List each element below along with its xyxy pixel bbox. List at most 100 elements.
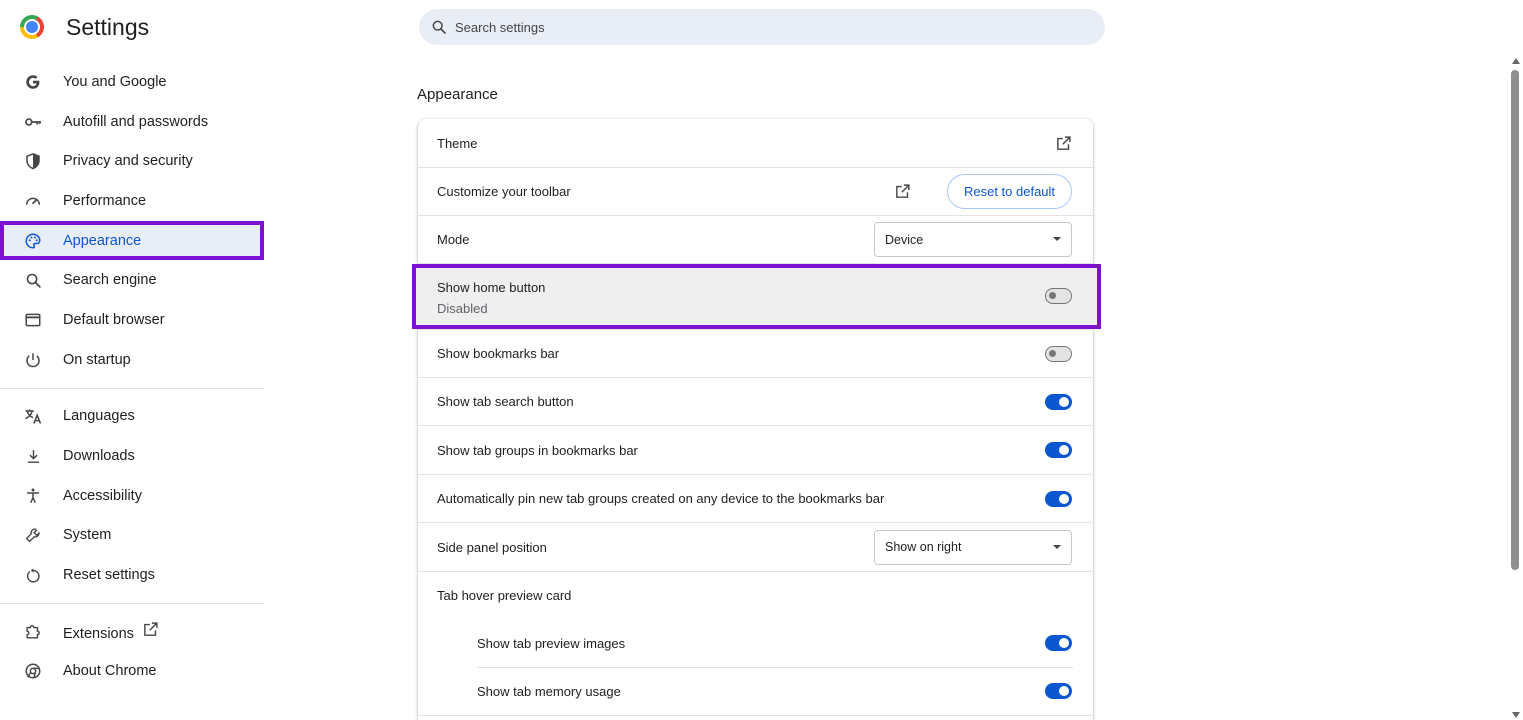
sidebar-item-label: Accessibility bbox=[63, 487, 142, 504]
customize-toolbar-row: Customize your toolbar Reset to default bbox=[418, 167, 1093, 215]
sidebar-item-label: Privacy and security bbox=[63, 153, 193, 170]
sidebar-item-label: On startup bbox=[63, 351, 131, 368]
auto-pin-label: Automatically pin new tab groups created… bbox=[437, 491, 885, 506]
external-link-icon bbox=[142, 621, 159, 638]
scrollbar[interactable] bbox=[1509, 56, 1523, 720]
theme-label: Theme bbox=[437, 135, 478, 151]
chrome-logo-icon bbox=[20, 15, 44, 39]
scrollbar-thumb[interactable] bbox=[1511, 70, 1519, 570]
auto-pin-row: Automatically pin new tab groups created… bbox=[418, 474, 1093, 522]
chrome-icon bbox=[23, 661, 43, 681]
tab-groups-label: Show tab groups in bookmarks bar bbox=[437, 442, 638, 458]
sidebar-item-about-chrome[interactable]: About Chrome bbox=[0, 652, 264, 692]
sidebar-item-label: You and Google bbox=[63, 73, 167, 90]
sidebar-divider bbox=[0, 602, 264, 604]
google-g-icon bbox=[23, 72, 43, 92]
sidebar-item-label: Extensions bbox=[63, 621, 159, 642]
sidebar-item-label: Downloads bbox=[63, 448, 135, 465]
side-panel-row: Side panel position Show on right bbox=[418, 522, 1093, 571]
sidebar-item-label: Search engine bbox=[63, 272, 157, 289]
bookmarks-bar-row: Show bookmarks bar bbox=[418, 329, 1093, 377]
shield-icon bbox=[23, 151, 43, 171]
power-icon bbox=[23, 350, 43, 370]
row-divider bbox=[477, 667, 1073, 668]
home-button-sublabel: Disabled bbox=[437, 301, 488, 316]
scroll-up-arrow-icon[interactable] bbox=[1512, 58, 1520, 64]
side-panel-label: Side panel position bbox=[437, 539, 547, 555]
sidebar-item-you-and-google[interactable]: You and Google bbox=[0, 62, 264, 102]
sidebar-item-downloads[interactable]: Downloads bbox=[0, 436, 264, 476]
memory-usage-label: Show tab memory usage bbox=[477, 683, 621, 699]
section-title: Appearance bbox=[417, 86, 498, 103]
sidebar-item-languages[interactable]: Languages bbox=[0, 397, 264, 437]
chevron-down-icon bbox=[1053, 544, 1061, 549]
reset-to-default-button[interactable]: Reset to default bbox=[947, 174, 1072, 209]
browser-window-icon bbox=[23, 310, 43, 330]
search-bar[interactable] bbox=[419, 9, 1105, 45]
preview-images-toggle[interactable] bbox=[1045, 635, 1072, 651]
card-bottom-row bbox=[418, 715, 1093, 720]
home-button-label: Show home button bbox=[437, 280, 546, 295]
chevron-down-icon bbox=[1053, 237, 1061, 241]
sidebar-item-autofill[interactable]: Autofill and passwords bbox=[0, 102, 264, 142]
bookmarks-bar-toggle[interactable] bbox=[1045, 345, 1072, 362]
auto-pin-toggle[interactable] bbox=[1045, 490, 1072, 507]
preview-images-label: Show tab preview images bbox=[477, 635, 626, 651]
search-icon bbox=[23, 270, 43, 290]
sidebar-item-reset[interactable]: Reset settings bbox=[0, 555, 264, 595]
preview-images-row: Show tab preview images bbox=[418, 619, 1093, 667]
extensions-label: Extensions bbox=[63, 626, 134, 643]
reset-icon bbox=[23, 565, 43, 585]
tab-search-row: Show tab search button bbox=[418, 377, 1093, 425]
sidebar-item-label: Appearance bbox=[63, 232, 142, 249]
home-button-toggle[interactable] bbox=[1045, 288, 1072, 304]
memory-usage-toggle[interactable] bbox=[1045, 683, 1072, 699]
sidebar-item-accessibility[interactable]: Accessibility bbox=[0, 476, 264, 516]
show-home-button-row[interactable]: Show home button Disabled bbox=[412, 264, 1101, 329]
accessibility-icon bbox=[23, 486, 43, 506]
sidebar-item-search-engine[interactable]: Search engine bbox=[0, 260, 264, 300]
page-title: Settings bbox=[66, 14, 150, 40]
side-panel-select-value: Show on right bbox=[885, 540, 962, 554]
sidebar-item-label: Reset settings bbox=[63, 567, 155, 584]
scroll-down-arrow-icon[interactable] bbox=[1512, 712, 1520, 718]
theme-row[interactable]: Theme bbox=[418, 119, 1093, 167]
hover-card-row: Tab hover preview card bbox=[418, 571, 1093, 619]
sidebar-item-on-startup[interactable]: On startup bbox=[0, 340, 264, 380]
tab-search-label: Show tab search button bbox=[437, 394, 574, 409]
sidebar-item-label: Performance bbox=[63, 192, 147, 209]
external-link-icon[interactable] bbox=[892, 182, 912, 202]
sidebar-item-performance[interactable]: Performance bbox=[0, 181, 264, 221]
tab-groups-toggle[interactable] bbox=[1045, 442, 1072, 458]
mode-select[interactable]: Device bbox=[874, 222, 1072, 257]
sidebar-item-label: System bbox=[63, 527, 112, 544]
memory-usage-row: Show tab memory usage bbox=[418, 667, 1093, 715]
download-icon bbox=[23, 446, 43, 466]
sidebar-item-extensions[interactable]: Extensions bbox=[0, 612, 264, 652]
bookmarks-bar-label: Show bookmarks bar bbox=[437, 346, 560, 361]
sidebar-item-appearance[interactable]: Appearance bbox=[0, 220, 264, 261]
external-link-icon[interactable] bbox=[1053, 133, 1073, 153]
palette-icon bbox=[23, 231, 43, 251]
mode-select-value: Device bbox=[885, 232, 924, 247]
hover-card-label: Tab hover preview card bbox=[437, 588, 572, 603]
sidebar-item-default-browser[interactable]: Default browser bbox=[0, 300, 264, 340]
tab-search-toggle[interactable] bbox=[1045, 393, 1072, 410]
sidebar-item-label: Default browser bbox=[63, 311, 165, 328]
side-panel-select[interactable]: Show on right bbox=[874, 529, 1072, 565]
mode-label: Mode bbox=[437, 232, 470, 247]
puzzle-icon bbox=[23, 622, 43, 642]
search-input[interactable] bbox=[455, 19, 1055, 35]
sidebar-item-label: Languages bbox=[63, 408, 135, 425]
sidebar-item-privacy[interactable]: Privacy and security bbox=[0, 141, 264, 181]
sidebar-divider bbox=[0, 387, 264, 389]
sidebar-item-label: About Chrome bbox=[63, 663, 157, 680]
mode-row: Mode Device bbox=[418, 215, 1093, 263]
wrench-icon bbox=[23, 525, 43, 545]
sidebar-item-label: Autofill and passwords bbox=[63, 113, 209, 130]
key-icon bbox=[23, 112, 43, 132]
search-icon bbox=[432, 20, 446, 34]
tab-groups-row: Show tab groups in bookmarks bar bbox=[418, 425, 1093, 474]
sidebar-item-system[interactable]: System bbox=[0, 516, 264, 556]
appearance-card: Theme Customize your toolbar Reset to de… bbox=[418, 119, 1093, 720]
